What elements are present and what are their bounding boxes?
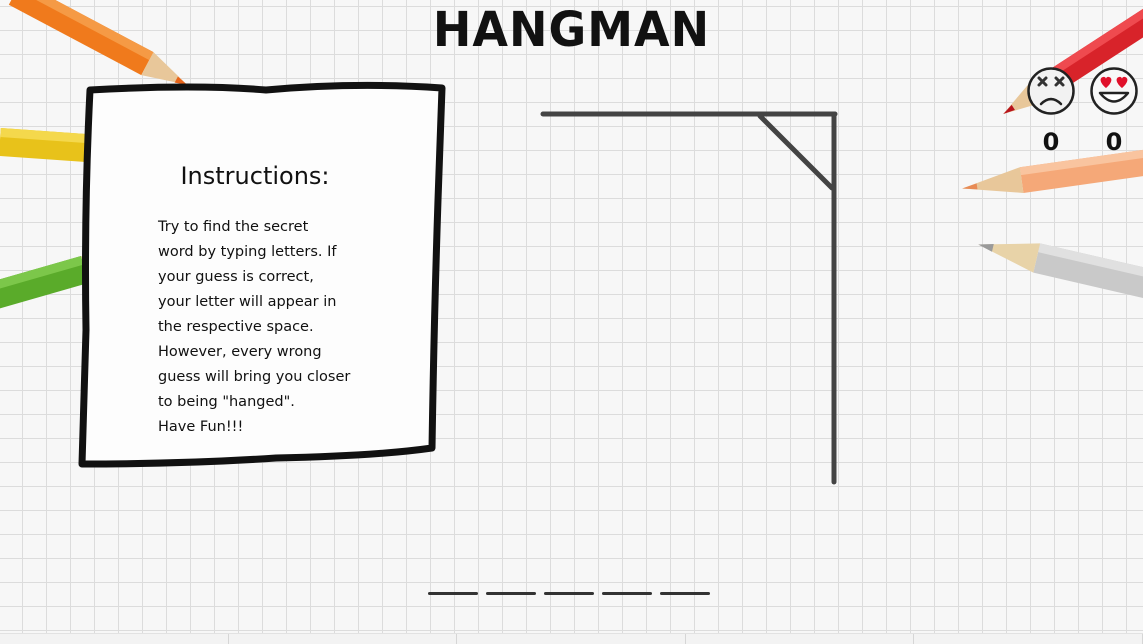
instructions-heading: Instructions: [180,162,330,190]
letter-slot [486,592,536,595]
game-title: HANGMAN [432,0,711,58]
gallows [540,111,838,485]
wins-score: 0 [1089,66,1139,156]
bottom-strip [0,633,1143,644]
wins-count: 0 [1105,128,1123,156]
losses-count: 0 [1042,128,1060,156]
letter-slot [428,592,478,595]
secret-word [428,592,710,595]
losses-score: 0 [1026,66,1076,156]
instructions-body: Try to find the secret word by typing le… [158,219,351,435]
dead-face-icon [1027,67,1075,115]
letter-slot [602,592,652,595]
letter-slot [544,592,594,595]
heart-eyes-face-icon [1090,67,1138,115]
letter-slot [660,592,710,595]
